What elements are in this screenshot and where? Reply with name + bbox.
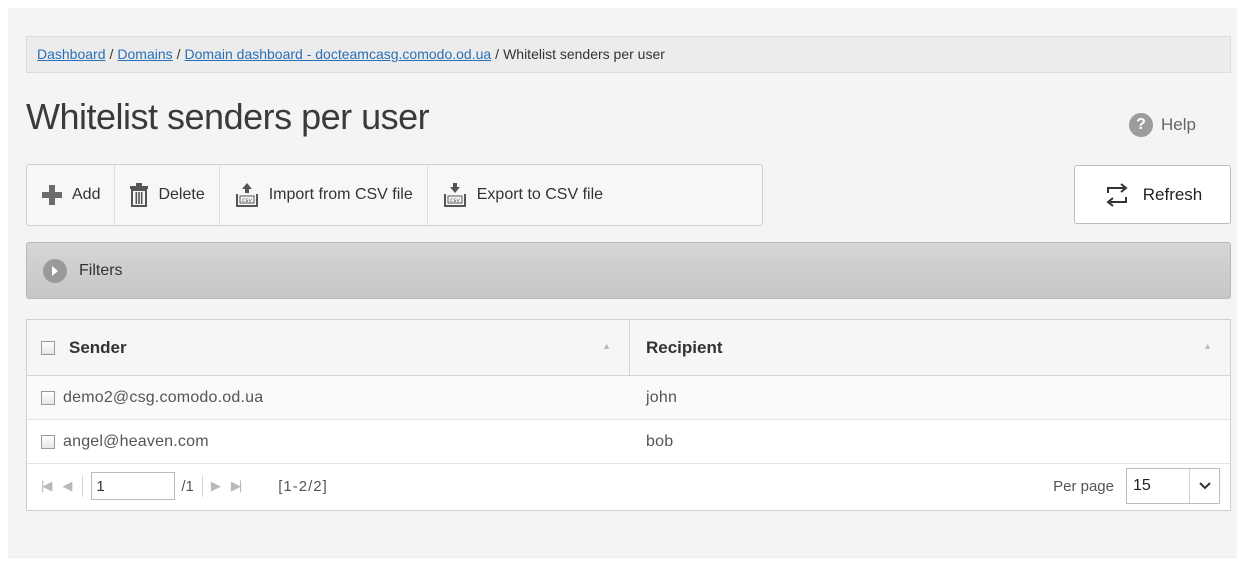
next-page-icon[interactable]: ▶ <box>211 478 221 494</box>
column-header-recipient[interactable]: Recipient ▲ <box>630 320 1230 375</box>
help-label: Help <box>1161 115 1196 134</box>
refresh-icon <box>1103 182 1131 208</box>
add-button[interactable]: Add <box>27 165 116 225</box>
column-label-recipient: Recipient <box>646 337 723 357</box>
sort-up-icon: ▲ <box>1203 341 1212 351</box>
sender-cell: angel@heaven.com <box>27 433 630 451</box>
per-page-select[interactable]: 15 <box>1126 468 1220 504</box>
breadcrumb: Dashboard / Domains / Domain dashboard - doc… <box>26 36 1231 73</box>
table-header: Sender ▲ Recipient ▲ <box>27 320 1230 376</box>
svg-text:csv: csv <box>242 197 252 204</box>
per-page-control: Per page 15 <box>1053 468 1220 504</box>
select-all-checkbox[interactable] <box>41 340 55 355</box>
breadcrumb-dashboard[interactable]: Dashboard <box>37 46 106 62</box>
record-range: [1-2/2] <box>278 477 328 495</box>
row-checkbox[interactable] <box>41 434 55 449</box>
chevron-down-icon <box>1189 469 1219 503</box>
help-icon: ? <box>1129 113 1153 137</box>
delete-label: Delete <box>158 186 205 203</box>
add-label: Add <box>72 186 101 203</box>
csv-import-icon: csv <box>234 182 260 208</box>
pager-divider <box>201 475 203 497</box>
sender-value: angel@heaven.com <box>63 432 209 450</box>
filters-label: Filters <box>79 261 123 279</box>
senders-table: Sender ▲ Recipient ▲ demo2@csg.comodo.od… <box>26 319 1231 511</box>
recipient-value: bob <box>646 432 674 450</box>
refresh-button[interactable]: Refresh <box>1074 165 1231 224</box>
delete-button[interactable]: Delete <box>115 165 220 225</box>
breadcrumb-domain-dashboard[interactable]: Domain dashboard - docteamcasg.comodo.od… <box>185 46 492 62</box>
breadcrumb-separator: / <box>109 46 114 62</box>
help-link[interactable]: ? Help <box>1129 113 1196 137</box>
breadcrumb-separator: / <box>495 46 500 62</box>
sender-value: demo2@csg.comodo.od.ua <box>63 388 264 406</box>
recipient-value: john <box>646 388 678 406</box>
breadcrumb-current: Whitelist senders per user <box>503 46 665 62</box>
per-page-value: 15 <box>1133 477 1151 494</box>
per-page-label: Per page <box>1053 477 1114 495</box>
toolbar: Add Delete csv Import from CSV file csv … <box>26 164 763 226</box>
sort-up-icon: ▲ <box>602 341 611 351</box>
breadcrumb-separator: / <box>176 46 181 62</box>
import-csv-button[interactable]: csv Import from CSV file <box>220 165 428 225</box>
export-csv-button[interactable]: csv Export to CSV file <box>428 165 617 225</box>
export-csv-label: Export to CSV file <box>476 186 604 203</box>
table-row[interactable]: angel@heaven.com bob <box>27 420 1230 464</box>
filters-bar[interactable]: Filters <box>26 242 1231 299</box>
column-label-sender: Sender <box>69 337 127 357</box>
import-csv-label: Import from CSV file <box>268 186 413 203</box>
sender-cell: demo2@csg.comodo.od.ua <box>27 389 630 407</box>
pagination-bar: |◀ ◀ /1 ▶ ▶| [1-2/2] Per page 15 <box>27 464 1230 508</box>
page-number-input[interactable] <box>91 472 176 500</box>
page-title: Whitelist senders per user <box>26 96 430 137</box>
trash-icon <box>129 183 149 207</box>
chevron-right-icon <box>43 258 67 283</box>
row-checkbox[interactable] <box>41 390 55 405</box>
column-header-sender[interactable]: Sender ▲ <box>27 320 630 375</box>
prev-page-icon[interactable]: ◀ <box>62 478 72 494</box>
breadcrumb-domains[interactable]: Domains <box>117 46 172 62</box>
csv-export-icon: csv <box>442 182 468 208</box>
table-row[interactable]: demo2@csg.comodo.od.ua john <box>27 376 1230 420</box>
refresh-label: Refresh <box>1142 184 1203 204</box>
total-pages: /1 <box>181 477 194 495</box>
plus-icon <box>41 184 63 206</box>
first-page-icon[interactable]: |◀ <box>41 478 52 494</box>
pager-divider <box>82 475 84 497</box>
svg-text:csv: csv <box>450 197 460 204</box>
last-page-icon[interactable]: ▶| <box>231 478 242 494</box>
